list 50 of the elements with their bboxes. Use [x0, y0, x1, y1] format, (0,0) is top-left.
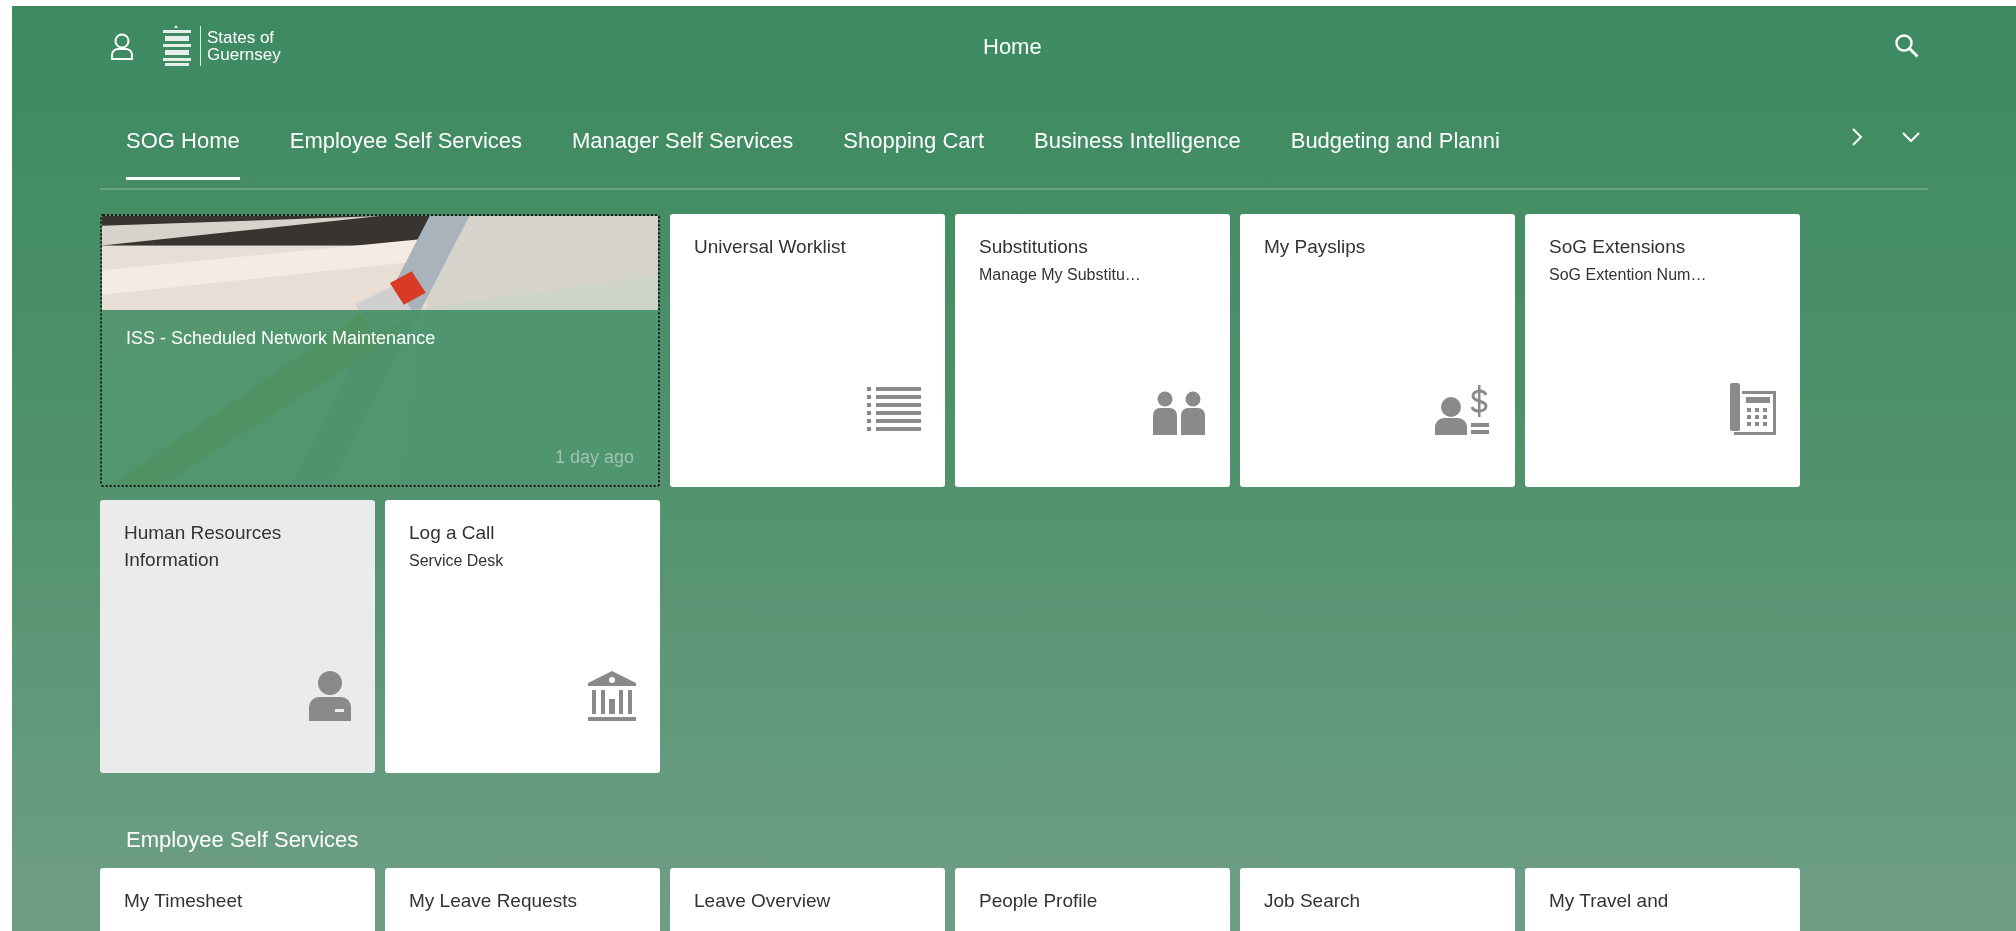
- logo-text: Guernsey: [207, 46, 281, 63]
- news-title: ISS - Scheduled Network Maintenance: [126, 327, 437, 351]
- desk-phone-icon: [1730, 383, 1776, 435]
- tile-subtitle: Manage My Substitu…: [979, 264, 1142, 285]
- nav-tab[interactable]: SOG Home: [126, 94, 240, 180]
- news-tile[interactable]: ISS - Scheduled Network Maintenance 1 day ago: [100, 214, 660, 487]
- tile-subtitle: SoG Extention Num…: [1549, 264, 1708, 285]
- app-tile[interactable]: Log a Call Service Desk: [385, 500, 660, 773]
- person-dollar-icon: [1435, 385, 1491, 435]
- nav-tab[interactable]: Manager Self Services: [572, 94, 794, 180]
- tile-title: Substitutions: [979, 235, 1089, 259]
- search-icon[interactable]: [1894, 33, 1920, 59]
- nav-tab[interactable]: Budgeting and Planni: [1290, 94, 1500, 180]
- chevron-right-icon: [1850, 126, 1864, 148]
- app-tile[interactable]: Substitutions Manage My Substitu…: [955, 214, 1230, 487]
- app-tile[interactable]: Universal Worklist: [670, 214, 945, 487]
- bank-icon: [588, 671, 636, 721]
- logo-text: States of: [207, 29, 276, 46]
- section-title: Employee Self Services: [126, 826, 360, 854]
- tile-title: Human Resources Information: [124, 521, 283, 572]
- tile-title: People Profile: [979, 889, 1099, 913]
- two-people-icon: [1152, 391, 1206, 435]
- app-tile[interactable]: My Payslips: [1240, 214, 1515, 487]
- person-badge-icon: [309, 671, 351, 721]
- page-title: Home: [983, 32, 1042, 61]
- tile-subtitle: Service Desk: [409, 550, 505, 571]
- nav-tab[interactable]: Employee Self Services: [289, 94, 523, 180]
- app-tile[interactable]: Leave Overview: [670, 868, 945, 931]
- tile-title: My Travel and: [1549, 889, 1670, 913]
- tile-title: My Payslips: [1264, 235, 1367, 259]
- app-tile[interactable]: My Travel and: [1525, 868, 1800, 931]
- app-tile[interactable]: My Leave Requests: [385, 868, 660, 931]
- tile-title: Leave Overview: [694, 889, 832, 913]
- app-tile[interactable]: People Profile: [955, 868, 1230, 931]
- chevron-down-icon: [1900, 130, 1922, 144]
- app-tile[interactable]: My Timesheet: [100, 868, 375, 931]
- news-time: 1 day ago: [554, 446, 634, 469]
- tile-title: Universal Worklist: [694, 235, 847, 259]
- app-tile[interactable]: Job Search: [1240, 868, 1515, 931]
- user-icon[interactable]: [110, 32, 134, 60]
- tile-title: My Leave Requests: [409, 889, 578, 913]
- nav-tab[interactable]: Shopping Cart: [843, 94, 984, 180]
- nav-tab[interactable]: Business Intelligence: [1034, 94, 1241, 180]
- logo-icon: [160, 24, 194, 68]
- tile-title: SoG Extensions: [1549, 235, 1687, 259]
- app-tile[interactable]: Human Resources Information: [100, 500, 375, 773]
- tile-title: Log a Call: [409, 521, 496, 545]
- app-tile[interactable]: SoG Extensions SoG Extention Num…: [1525, 214, 1800, 487]
- tile-title: My Timesheet: [124, 889, 244, 913]
- tile-title: Job Search: [1264, 889, 1362, 913]
